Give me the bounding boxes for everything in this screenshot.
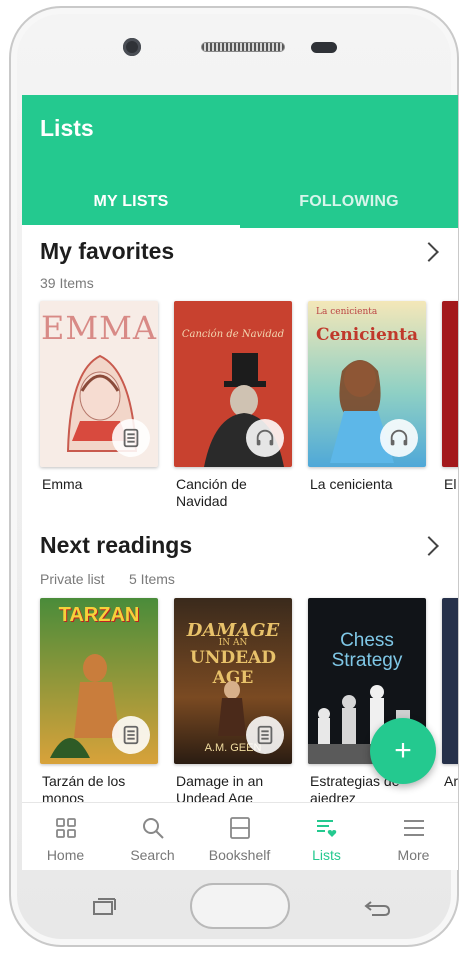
ebook-badge — [112, 716, 150, 754]
section-item-count: 5 Items — [129, 571, 175, 587]
ebook-icon — [257, 725, 273, 745]
recent-apps-icon[interactable] — [90, 897, 118, 917]
section-privacy: Private list — [40, 571, 105, 587]
nav-label: Search — [130, 847, 175, 863]
nav-item-bookshelf[interactable]: Bookshelf — [196, 803, 283, 870]
book-title[interactable]: Ar co — [444, 773, 458, 790]
book-cover[interactable]: La cenicienta Cenicienta — [308, 301, 426, 467]
headphones-icon — [390, 429, 408, 446]
bookshelf-icon — [229, 817, 250, 839]
ebook-badge — [112, 419, 150, 457]
nav-label: Home — [46, 847, 85, 863]
lists-heart-icon — [316, 820, 336, 837]
tab-my-lists[interactable]: MY LISTS — [22, 175, 240, 228]
app-screen: Lists MY LISTS FOLLOWING My favorites 39… — [22, 95, 458, 870]
book-cover[interactable] — [442, 598, 458, 764]
search-icon — [142, 818, 164, 839]
page-title: Lists — [40, 115, 94, 141]
book-cover[interactable]: DAMAGE IN AN UNDEAD AGE A.M. GEEN — [174, 598, 292, 764]
add-list-button[interactable]: + — [370, 718, 436, 784]
nav-item-home[interactable]: Home — [22, 803, 109, 870]
home-grid-icon — [55, 818, 76, 838]
nav-label: More — [397, 847, 430, 863]
proximity-sensor — [311, 42, 337, 53]
tab-following[interactable]: FOLLOWING — [240, 175, 458, 228]
back-icon[interactable] — [362, 896, 392, 918]
ebook-badge — [246, 716, 284, 754]
section-item-count: 39 Items — [40, 275, 94, 291]
ebook-icon — [123, 428, 139, 448]
headphones-icon — [256, 429, 274, 446]
earpiece-speaker — [201, 42, 285, 52]
book-cover[interactable]: TARZAN — [40, 598, 158, 764]
book-cover[interactable]: Canción de Navidad — [174, 301, 292, 467]
audiobook-badge — [380, 419, 418, 457]
nav-item-search[interactable]: Search — [109, 803, 196, 870]
nav-label: Bookshelf — [208, 847, 271, 863]
book-title[interactable]: Emma — [42, 476, 158, 493]
chevron-right-icon[interactable] — [419, 536, 439, 556]
app-bar: Lists MY LISTS FOLLOWING — [22, 95, 458, 228]
book-cover[interactable] — [442, 301, 458, 467]
active-tab-indicator — [22, 225, 240, 228]
nav-label: Lists — [312, 847, 341, 863]
nav-item-more[interactable]: More — [370, 803, 457, 870]
book-title[interactable]: El — [444, 476, 458, 493]
book-title[interactable]: La cenicienta — [310, 476, 426, 493]
home-button[interactable] — [190, 883, 290, 929]
book-title[interactable]: Canción de Navidad — [176, 476, 292, 510]
front-camera — [123, 38, 141, 56]
chevron-right-icon[interactable] — [419, 242, 439, 262]
menu-icon — [403, 820, 424, 836]
section-title-my-favorites[interactable]: My favorites — [40, 238, 174, 265]
plus-icon: + — [394, 734, 412, 767]
audiobook-badge — [246, 419, 284, 457]
ebook-icon — [123, 725, 139, 745]
section-title-next-readings[interactable]: Next readings — [40, 532, 192, 559]
bottom-navigation: Home Search Bookshelf Lists More — [22, 802, 458, 870]
book-cover[interactable]: EMMA — [40, 301, 158, 467]
nav-item-lists[interactable]: Lists — [283, 803, 370, 870]
